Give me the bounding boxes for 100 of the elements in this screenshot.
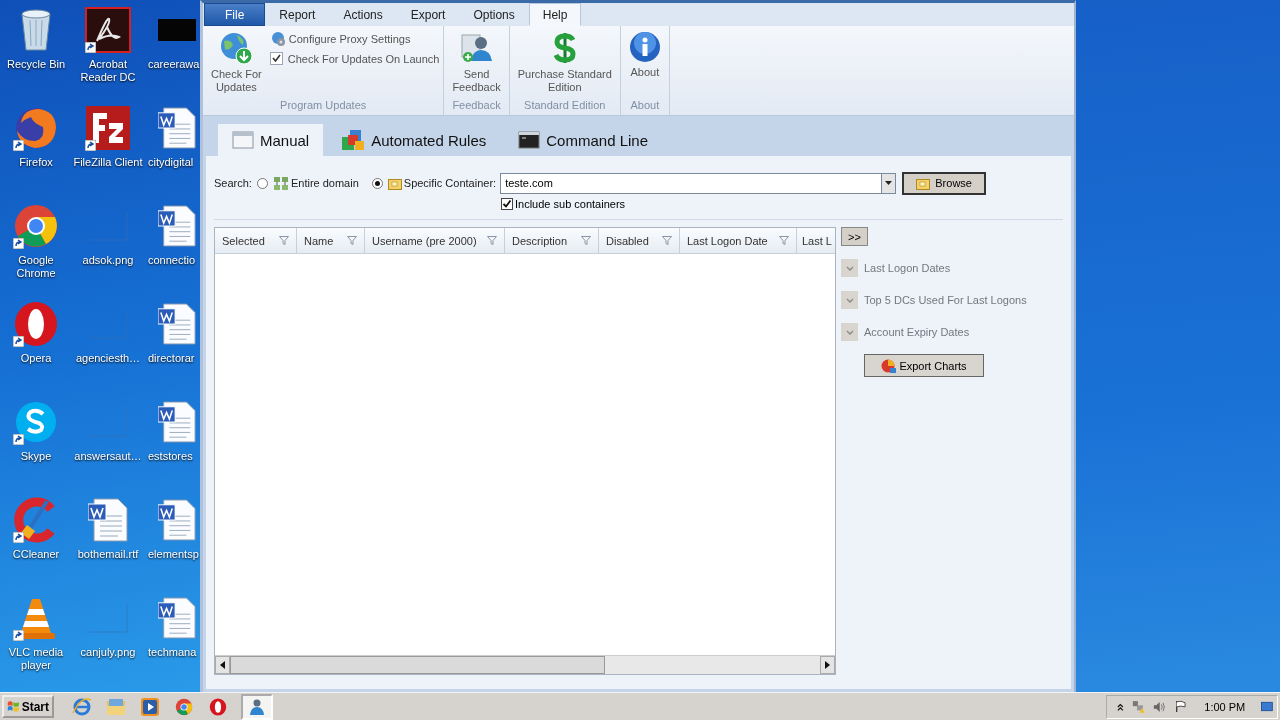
desktop-icon-label[interactable]: CCleaner [12,548,60,561]
chart-section-header[interactable]: Top 5 DCs Used For Last Logons [841,290,1063,310]
desktop-icon-label[interactable]: Recycle Bin [6,58,66,71]
horizontal-scrollbar[interactable] [215,655,835,674]
desktop-icon-label[interactable]: answersaut… [74,450,142,463]
filter-icon[interactable] [347,236,357,245]
ribbon-tab[interactable]: File [204,3,266,26]
media-player-icon[interactable] [140,696,160,717]
chevron-icon[interactable] [845,265,854,271]
expand-panel-button[interactable]: >> [841,227,868,246]
tab[interactable]: Manual [218,124,324,156]
ribbon-button[interactable]: Send Feedback [448,29,505,99]
show-hidden-icons-icon[interactable] [1117,701,1124,712]
desktop-icon-label[interactable]: elementsp [148,548,199,561]
dropdown-arrow-icon[interactable] [885,181,893,185]
show-desktop-icon[interactable] [1261,701,1273,712]
filter-icon[interactable] [279,236,289,245]
cubes-icon [341,129,366,151]
filter-icon[interactable] [581,236,591,245]
filter-icon[interactable] [662,236,672,245]
desktop-icon-label[interactable]: eststores [148,450,193,463]
column-header[interactable]: Selected [215,228,297,253]
chart-section-header[interactable]: Account Expiry Dates [841,322,1063,342]
word-document-icon [88,498,128,542]
word-document-icon [158,302,196,346]
opera-icon[interactable] [209,697,227,716]
checkbox[interactable] [501,198,513,210]
radio-option[interactable]: Specific Container: [371,176,497,190]
domain-icon [272,175,289,191]
file-thumbnail-icon [158,19,196,41]
expand-toggle[interactable] [841,323,858,341]
start-button[interactable]: Start [2,695,54,718]
scroll-left-icon[interactable] [220,661,225,669]
tab[interactable]: Automated Rules [327,124,501,156]
desktop-icon-label[interactable]: citydigital [148,156,194,169]
ribbon-checkbox[interactable]: Check For Updates On Launch [269,52,440,65]
ribbon-button[interactable]: Purchase Standard Edition [513,29,616,99]
desktop-icon-label[interactable]: careerawa [148,58,200,71]
expand-toggle[interactable] [841,291,858,309]
desktop-icon-label[interactable]: agenciesth… [75,352,141,365]
word-document-icon [158,596,196,640]
ribbon-button[interactable]: About [624,29,665,99]
desktop-icon-label[interactable]: bothemail.rtf [77,548,139,561]
ribbon-tab[interactable]: Help [528,3,582,26]
desktop-icon-label[interactable]: Google Chrome [0,254,72,280]
folder-icon[interactable] [106,697,126,716]
skype-icon [13,399,59,445]
chart-section-header[interactable]: Last Logon Dates [841,258,1063,278]
column-header[interactable]: Last L [797,228,835,253]
ribbon-tab[interactable]: Actions [329,3,397,26]
group-title: About [630,99,660,113]
scroll-right-icon[interactable] [825,661,830,669]
speaker-icon[interactable] [1153,699,1167,714]
ribbon-tab[interactable]: Options [459,3,529,26]
column-header[interactable]: Last Logon Date [680,228,797,253]
radio-option[interactable]: Entire domain [256,175,359,191]
clock[interactable]: 1:00 PM [1204,700,1246,713]
container-field[interactable]: teste.com [500,172,882,194]
chrome-icon[interactable] [175,697,193,716]
dropdown-button[interactable] [881,172,897,194]
column-header[interactable]: Username (pre 2000) [365,228,505,253]
desktop-icon-label[interactable]: FileZilla Client [73,156,143,169]
ribbon-tab[interactable]: Report [265,3,330,26]
filezilla-icon [85,105,131,151]
desktop-icon-label[interactable]: connectio [148,254,196,267]
ribbon-button[interactable]: Check For Updates [207,29,266,99]
desktop-icon-label[interactable]: Acrobat Reader DC [72,58,144,84]
tab[interactable]: Command Line [504,124,662,156]
browse-button[interactable]: Browse [902,171,987,195]
filter-icon[interactable] [487,236,497,245]
network-icon[interactable] [1131,698,1146,715]
column-header[interactable]: Disabled [599,228,680,253]
desktop-icon-label[interactable]: directorar [148,352,195,365]
include-sub-containers-checkbox[interactable]: Include sub containers [501,198,626,210]
proxy-settings-icon [269,31,286,47]
desktop-icon-label[interactable]: Opera [20,352,52,365]
ribbon-button[interactable]: Configure Proxy Settings [269,31,440,47]
radio-button[interactable] [371,177,383,189]
filter-icon[interactable] [779,236,789,245]
internet-explorer-icon[interactable] [72,696,92,717]
chevron-icon[interactable] [845,297,854,303]
person-icon[interactable] [248,697,266,716]
expand-toggle[interactable] [841,259,858,277]
export-charts-button[interactable]: Export Charts [864,354,984,377]
desktop-icon-label[interactable]: Firefox [19,156,53,169]
chevron-icon[interactable] [845,329,854,335]
checkbox[interactable] [269,52,283,65]
column-header[interactable]: Description [505,228,599,253]
chrome-icon [13,203,59,249]
desktop-icon-label[interactable]: adsok.png [82,254,134,267]
dollar-icon [552,31,577,65]
column-header[interactable]: Name [297,228,365,253]
word-document-icon [158,204,196,248]
console-icon [518,131,541,149]
flag-icon[interactable] [1174,699,1187,714]
radio-button[interactable] [256,177,268,189]
desktop-icon-label[interactable]: Skype [20,450,52,463]
ribbon-tab[interactable]: Export [396,3,460,26]
recycle-bin-icon [18,8,54,52]
globe-download-icon [219,31,254,65]
